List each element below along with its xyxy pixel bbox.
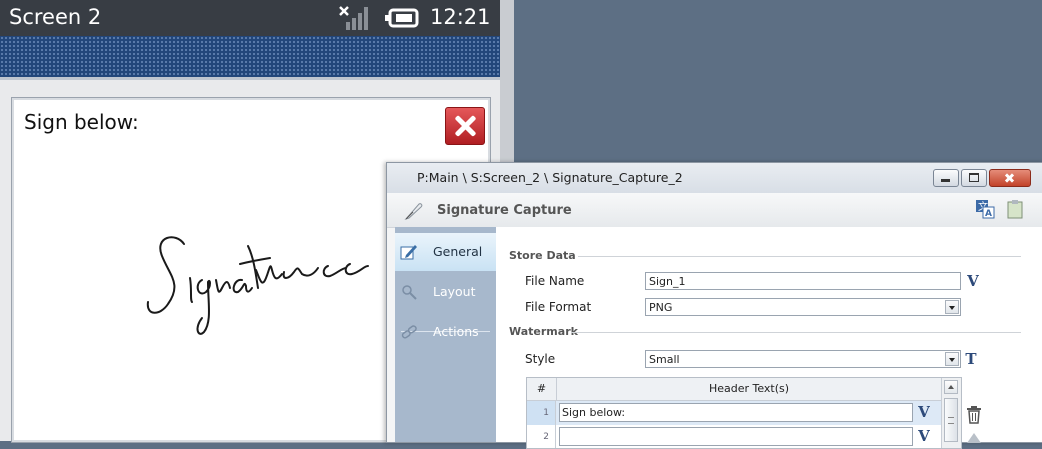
signature-prompt: Sign below: (24, 110, 139, 134)
clear-signature-button[interactable] (445, 107, 485, 145)
column-header-number: # (527, 378, 557, 401)
nav-item-layout[interactable]: Layout (395, 273, 496, 311)
no-signal-icon (339, 6, 368, 30)
battery-charging-icon (385, 8, 419, 28)
section-watermark: Watermark (509, 325, 578, 338)
chevron-down-icon[interactable] (945, 300, 959, 314)
file-format-value: PNG (649, 301, 673, 314)
table-scrollbar[interactable] (941, 378, 961, 448)
pencil-edit-icon (400, 245, 417, 260)
dialog-path: P:Main \ S:Screen_2 \ Signature_Capture_… (417, 170, 683, 185)
nav-item-actions[interactable]: Actions (395, 313, 496, 351)
style-label: Style (525, 352, 556, 366)
maximize-button[interactable] (961, 169, 987, 187)
clipboard-icon[interactable] (1007, 199, 1023, 219)
layout-icon (402, 285, 417, 300)
text-format-button[interactable]: T (962, 350, 980, 368)
header-text-input[interactable] (559, 427, 913, 446)
file-format-label: File Format (525, 300, 592, 314)
header-pattern-band (0, 36, 500, 80)
header-text-table: # Header Text(s) 1 Sign below: V 2 V (526, 377, 962, 449)
dialog-title: Signature Capture (437, 203, 572, 218)
nav-label-layout: Layout (433, 284, 476, 299)
chevron-down-icon[interactable] (945, 352, 959, 366)
file-format-select[interactable]: PNG (645, 298, 961, 316)
row-variable-button[interactable]: V (915, 427, 933, 445)
trash-icon[interactable] (966, 406, 982, 424)
section-divider (578, 256, 1021, 257)
file-name-label: File Name (525, 274, 585, 288)
scroll-thumb[interactable] (944, 398, 958, 442)
property-panel: Store Data File Name Sign_1 V File Forma… (496, 227, 1042, 449)
section-divider (571, 332, 1021, 333)
section-store-data: Store Data (509, 249, 576, 262)
dialog-titlebar[interactable]: P:Main \ S:Screen_2 \ Signature_Capture_… (387, 163, 1042, 193)
minimize-button[interactable] (933, 169, 959, 187)
nav-label-actions: Actions (433, 324, 479, 339)
column-header-text: Header Text(s) (557, 378, 941, 401)
file-name-variable-button[interactable]: V (964, 272, 982, 290)
link-icon (401, 325, 417, 339)
file-name-input[interactable]: Sign_1 (645, 272, 961, 290)
feather-icon (404, 203, 423, 221)
row-number: 1 (527, 401, 556, 425)
scroll-up-icon[interactable] (944, 380, 958, 394)
move-up-icon[interactable] (967, 433, 981, 443)
nav-label-general: General (433, 244, 483, 259)
table-row[interactable]: 2 V (527, 425, 941, 448)
signature-stroke (146, 236, 369, 335)
screen-title: Screen 2 (9, 5, 102, 29)
close-button[interactable] (989, 169, 1031, 187)
translate-icon[interactable]: 文 A (975, 199, 995, 219)
property-category-nav: General Layout Actions (395, 227, 496, 442)
header-text-input[interactable]: Sign below: (559, 403, 913, 422)
svg-text:A: A (985, 209, 992, 219)
nav-item-general[interactable]: General (395, 233, 496, 271)
device-status-bar: Screen 2 12:21 (0, 0, 500, 36)
row-variable-button[interactable]: V (915, 403, 933, 421)
style-value: Small (649, 353, 680, 366)
properties-dialog: P:Main \ S:Screen_2 \ Signature_Capture_… (386, 162, 1042, 449)
table-row[interactable]: 1 Sign below: V (527, 401, 941, 425)
row-number: 2 (527, 425, 556, 448)
status-time: 12:21 (430, 5, 491, 29)
style-select[interactable]: Small (645, 350, 961, 368)
dialog-header: Signature Capture 文 A (387, 193, 1042, 228)
